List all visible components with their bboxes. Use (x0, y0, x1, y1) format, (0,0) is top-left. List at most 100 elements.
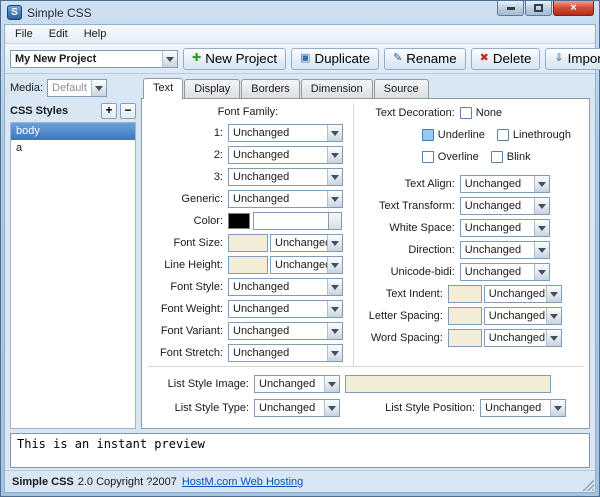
word-spacing-input[interactable] (447, 328, 482, 347)
css-styles-header: CSS Styles + − (10, 99, 136, 122)
rename-button[interactable]: ✎ Rename (384, 47, 466, 70)
media-select[interactable]: Default (47, 79, 107, 97)
import-css-button[interactable]: ⇓ Import CSS (545, 47, 600, 70)
chevron-down-icon (545, 285, 561, 302)
title-bar[interactable]: S Simple CSS × (1, 1, 599, 24)
list-item[interactable]: a (11, 140, 135, 157)
list-style-image-select[interactable]: Unchanged (254, 375, 340, 393)
blink-checkbox[interactable] (490, 150, 503, 163)
font-size-row: Font Size: Unchanged (148, 233, 348, 252)
font-size-input[interactable] (228, 233, 268, 252)
tab-dimension[interactable]: Dimension (300, 79, 373, 98)
text-tab-panel: Font Family: 1: Unchanged 2: Unchanged 3… (141, 98, 590, 429)
font-color-input[interactable] (253, 211, 329, 230)
decoration-blink-option[interactable]: Blink (490, 150, 531, 163)
font-generic-value: Unchanged (233, 192, 290, 205)
duplicate-button[interactable]: ▣ Duplicate (291, 47, 380, 70)
font-color-swatch[interactable] (228, 212, 250, 229)
overline-checkbox[interactable] (421, 150, 434, 163)
none-checkbox[interactable] (459, 106, 472, 119)
linethrough-checkbox[interactable] (496, 128, 509, 141)
word-spacing-row: Word Spacing: Unchanged (360, 328, 583, 347)
tab-text[interactable]: Text (143, 78, 184, 99)
chevron-down-icon (327, 234, 342, 251)
unicode-bidi-select[interactable]: Unchanged (459, 262, 550, 281)
font-family-header: Font Family: (217, 106, 279, 118)
chevron-down-icon (162, 50, 177, 67)
list-style-position-value: Unchanged (485, 402, 542, 414)
list-style-image-path-input[interactable] (345, 375, 551, 393)
list-style-position-select[interactable]: Unchanged (480, 399, 566, 417)
decoration-linethrough-option[interactable]: Linethrough (496, 128, 571, 141)
text-properties-column: Text Decoration: None Underline Linethro… (354, 103, 583, 366)
font-color-picker-button[interactable] (329, 211, 342, 230)
menu-help[interactable]: Help (76, 26, 115, 42)
white-space-label: White Space: (389, 221, 455, 234)
font-family-2-select[interactable]: Unchanged (228, 145, 343, 164)
list-item[interactable]: body (11, 123, 135, 140)
line-height-unit-select[interactable]: Unchanged (270, 255, 343, 274)
font-weight-select[interactable]: Unchanged (228, 299, 343, 318)
font-family-3-select[interactable]: Unchanged (228, 167, 343, 186)
font-generic-label: Generic: (181, 192, 223, 205)
window-controls: × (497, 1, 594, 16)
font-family-1-select[interactable]: Unchanged (228, 123, 343, 142)
text-indent-input[interactable] (447, 284, 482, 303)
font-weight-row: Font Weight: Unchanged (148, 299, 348, 318)
line-height-input[interactable] (228, 255, 268, 274)
letter-spacing-input[interactable] (447, 306, 482, 325)
text-indent-unit-select[interactable]: Unchanged (483, 284, 562, 303)
resize-grip[interactable] (581, 478, 594, 491)
decoration-none-option[interactable]: None (459, 106, 502, 119)
font-stretch-select[interactable]: Unchanged (228, 343, 343, 362)
rename-label: Rename (406, 51, 457, 66)
letter-spacing-unit-select[interactable]: Unchanged (483, 306, 562, 325)
underline-checkbox[interactable] (421, 128, 434, 141)
project-select[interactable]: My New Project (10, 49, 178, 68)
font-style-select[interactable]: Unchanged (228, 277, 343, 296)
menu-edit[interactable]: Edit (41, 26, 76, 42)
remove-style-button[interactable]: − (120, 102, 136, 119)
add-style-button[interactable]: + (101, 102, 117, 119)
letter-spacing-unit-value: Unchanged (488, 309, 546, 322)
tab-borders[interactable]: Borders (241, 79, 300, 98)
chevron-down-icon (533, 241, 549, 258)
direction-select[interactable]: Unchanged (459, 240, 550, 259)
tab-display[interactable]: Display (184, 79, 241, 98)
new-project-button[interactable]: ✚ New Project (183, 47, 287, 70)
close-icon: × (570, 1, 577, 14)
chevron-down-icon (327, 300, 342, 317)
delete-button[interactable]: ✖ Delete (470, 47, 541, 70)
new-project-label: New Project (205, 51, 278, 66)
list-style-type-select[interactable]: Unchanged (254, 399, 340, 417)
window-title: Simple CSS (27, 5, 92, 20)
direction-value: Unchanged (464, 243, 522, 256)
text-align-label: Text Align: (404, 177, 455, 190)
chevron-down-icon (327, 344, 342, 361)
instant-preview: This is an instant preview (10, 433, 590, 468)
font-generic-select[interactable]: Unchanged (228, 189, 343, 208)
text-transform-select[interactable]: Unchanged (459, 196, 550, 215)
decoration-overline-option[interactable]: Overline (421, 150, 479, 163)
maximize-button[interactable] (525, 1, 552, 16)
font-size-unit-select[interactable]: Unchanged (270, 233, 343, 252)
text-align-select[interactable]: Unchanged (459, 174, 550, 193)
close-button[interactable]: × (553, 1, 594, 16)
tab-source[interactable]: Source (373, 79, 429, 98)
chevron-down-icon (327, 146, 342, 163)
import-icon: ⇓ (554, 52, 564, 64)
project-select-value: My New Project (15, 52, 97, 65)
unicode-bidi-value: Unchanged (464, 265, 522, 278)
chevron-down-icon (327, 124, 342, 141)
minimize-button[interactable] (497, 1, 524, 16)
word-spacing-unit-value: Unchanged (488, 331, 546, 344)
decoration-underline-option[interactable]: Underline (421, 128, 485, 141)
list-style-position-label: List Style Position: (385, 402, 475, 414)
menu-file[interactable]: File (7, 26, 41, 42)
chevron-down-icon (90, 80, 106, 96)
white-space-select[interactable]: Unchanged (459, 218, 550, 237)
word-spacing-unit-select[interactable]: Unchanged (483, 328, 562, 347)
underline-label: Underline (437, 128, 485, 141)
hostm-link[interactable]: HostM.com Web Hosting (182, 476, 303, 488)
font-variant-select[interactable]: Unchanged (228, 321, 343, 340)
